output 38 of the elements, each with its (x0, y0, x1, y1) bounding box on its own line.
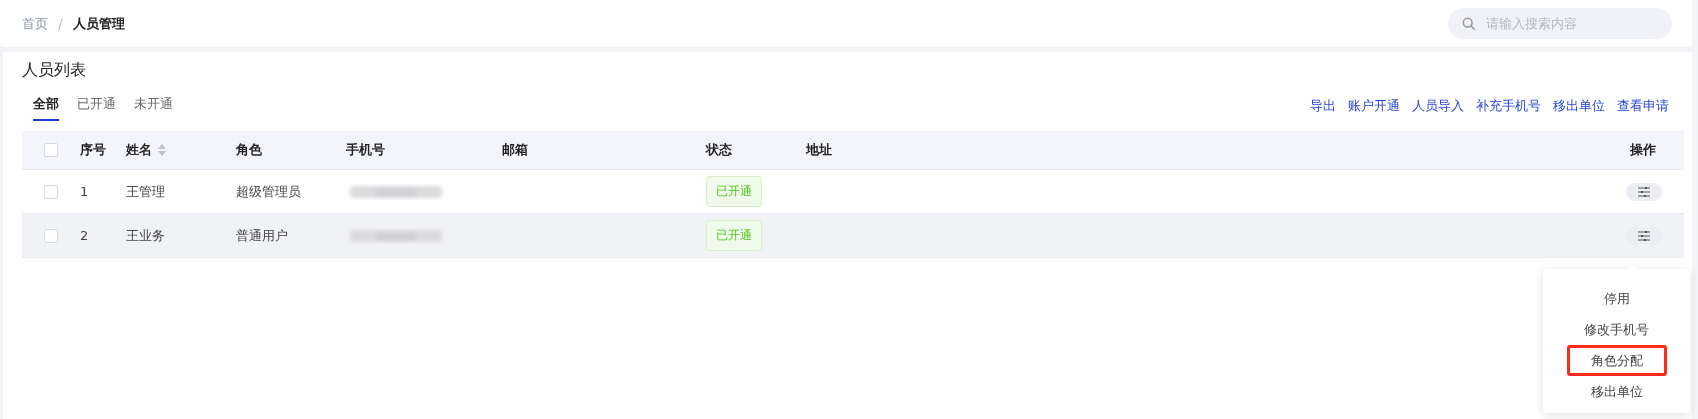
sort-icon[interactable] (158, 144, 166, 156)
options-button[interactable] (1626, 226, 1662, 245)
action-link[interactable]: 补充手机号 (1476, 97, 1541, 115)
table-cell-text: 王业务 (126, 226, 166, 245)
column-header: 角色 (236, 141, 262, 159)
action-link[interactable]: 查看申请 (1617, 97, 1669, 115)
table-cell-text: 2 (80, 228, 90, 243)
sliders-icon (1638, 186, 1650, 197)
table-cell-text: 1 (80, 184, 90, 199)
table-cell-text: 王管理 (126, 182, 166, 201)
row-checkbox[interactable] (44, 184, 58, 199)
sliders-icon (1638, 230, 1650, 241)
panel-title: 人员列表 (22, 60, 87, 81)
row-checkbox[interactable] (44, 228, 58, 243)
menu-item[interactable]: 角色分配 (1566, 345, 1667, 376)
action-link[interactable]: 人员导入 (1412, 97, 1464, 115)
breadcrumb-item: 人员管理 (72, 14, 125, 33)
column-header: 操作 (1630, 141, 1657, 159)
select-all-checkbox[interactable] (44, 143, 58, 157)
status-tag: 已开通 (706, 176, 762, 207)
column-header: 状态 (706, 141, 732, 159)
column-header[interactable]: 姓名 (126, 141, 166, 159)
table-cell-text: 普通用户 (236, 226, 289, 245)
column-header: 邮箱 (502, 141, 528, 159)
action-link[interactable]: 移出单位 (1553, 97, 1605, 115)
column-header: 地址 (806, 141, 832, 159)
action-link[interactable]: 账户开通 (1348, 97, 1400, 115)
filter-tab[interactable]: 全部 (33, 95, 59, 121)
status-tag: 已开通 (706, 220, 762, 251)
breadcrumb-separator: / (58, 15, 63, 32)
column-header: 手机号 (346, 141, 385, 159)
options-button[interactable] (1626, 182, 1662, 201)
action-link[interactable]: 导出 (1310, 97, 1336, 115)
filter-tab[interactable]: 已开通 (77, 95, 116, 121)
filter-tab[interactable]: 未开通 (134, 95, 173, 121)
search-icon (1462, 15, 1476, 32)
column-header: 序号 (80, 141, 106, 159)
table-cell-text: 超级管理员 (236, 182, 302, 201)
